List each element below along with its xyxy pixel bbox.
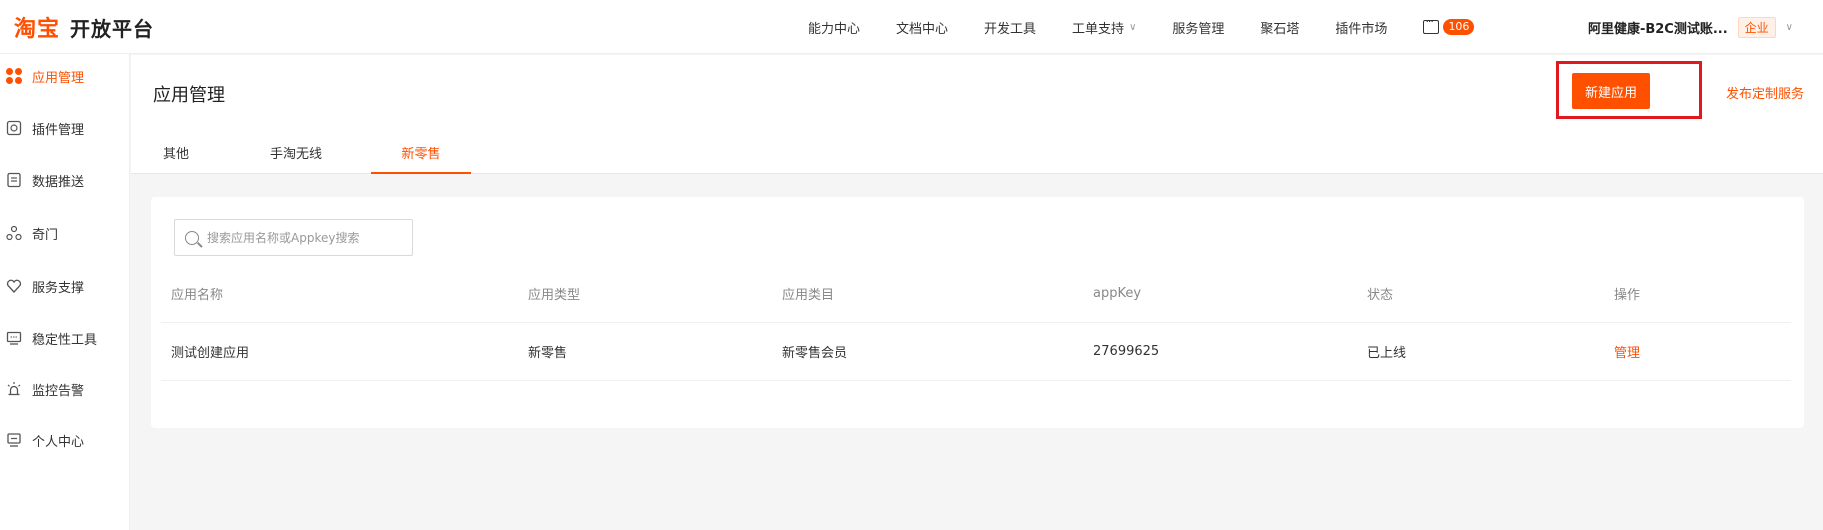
sidebar-item-label: 稳定性工具: [32, 332, 98, 348]
page-title: 应用管理: [153, 85, 225, 106]
cell-app-type: 新零售: [528, 346, 568, 361]
tab-mobile-taobao[interactable]: 手淘无线: [221, 143, 371, 174]
search-icon: [185, 230, 199, 245]
nav-item-docs-center[interactable]: 文档中心: [896, 18, 948, 37]
column-header-status: 状态: [1367, 288, 1394, 303]
cell-app-category: 新零售会员: [782, 346, 848, 361]
table-header-row: 应用名称 应用类型 应用类目 appKey 状态 操作: [161, 265, 1791, 323]
sidebar-item-personal-center[interactable]: 个人中心: [0, 425, 130, 455]
main-nav: 能力中心 文档中心 开发工具 工单支持 ∨ 服务管理 聚石塔 插件市场 106: [808, 0, 1475, 54]
sidebar-item-service-support[interactable]: 服务支撑: [0, 271, 130, 301]
sidebar-item-label: 数据推送: [32, 174, 85, 190]
message-button[interactable]: 106: [1423, 15, 1475, 35]
create-app-button[interactable]: 新建应用: [1572, 73, 1650, 109]
cell-status: 已上线: [1367, 346, 1407, 361]
sidebar-item-data-push[interactable]: 数据推送: [0, 165, 130, 195]
app-type-tabs: 其他 手淘无线 新零售: [131, 143, 471, 174]
sidebar-item-app-management[interactable]: 应用管理: [0, 61, 130, 91]
app-grid-icon: [6, 68, 22, 84]
page-header: 应用管理 新建应用 发布定制服务 其他 手淘无线 新零售: [131, 55, 1823, 174]
heart-icon: [6, 278, 22, 294]
plugin-icon: [6, 120, 22, 136]
account-menu[interactable]: 阿里健康-B2C测试账... 企业 ∨: [1588, 0, 1793, 54]
message-icon: [1423, 15, 1440, 34]
cell-app-name: 测试创建应用: [171, 346, 250, 361]
search-box[interactable]: [174, 219, 413, 256]
nodes-icon: [6, 225, 22, 241]
nav-item-ticket-support[interactable]: 工单支持 ∨: [1072, 18, 1136, 37]
nav-item-jushita[interactable]: 聚石塔: [1260, 18, 1299, 37]
nav-item-plugin-market[interactable]: 插件市场: [1335, 18, 1387, 37]
publish-custom-service-link[interactable]: 发布定制服务: [1726, 83, 1804, 102]
tab-new-retail[interactable]: 新零售: [371, 143, 471, 174]
column-header-app-category: 应用类目: [782, 288, 835, 303]
sidebar-item-label: 插件管理: [32, 122, 85, 138]
nav-item-dev-tools[interactable]: 开发工具: [984, 18, 1036, 37]
app-list-card: 应用名称 应用类型 应用类目 appKey 状态 操作 测试创建应用 新零售 新…: [151, 197, 1804, 428]
nav-item-ticket-support-label: 工单支持: [1072, 21, 1125, 37]
column-header-app-type: 应用类型: [528, 288, 581, 303]
sidebar-item-label: 个人中心: [32, 434, 85, 450]
search-input[interactable]: [207, 230, 397, 245]
tab-other[interactable]: 其他: [131, 143, 221, 174]
sidebar-item-label: 应用管理: [32, 70, 85, 86]
sidebar-item-stability-tools[interactable]: 稳定性工具: [0, 323, 130, 353]
logo-text: 开放平台: [70, 16, 155, 41]
nav-item-service-management[interactable]: 服务管理: [1172, 18, 1224, 37]
account-type-badge: 企业: [1737, 16, 1776, 38]
nav-item-capability-center[interactable]: 能力中心: [808, 18, 860, 37]
logo-mark: 淘宝: [14, 17, 61, 42]
alarm-icon: [6, 381, 22, 397]
sidebar: 应用管理 插件管理 数据推送 奇门 服务支撑 稳定性工具 监控告警 个人中心: [0, 54, 130, 530]
manage-link[interactable]: 管理: [1614, 346, 1640, 361]
column-header-app-name: 应用名称: [171, 288, 224, 303]
chevron-down-icon: ∨: [1785, 21, 1793, 33]
sidebar-item-qimen[interactable]: 奇门: [0, 218, 130, 248]
message-count-badge: 106: [1443, 19, 1475, 35]
monitor-icon: [6, 330, 22, 346]
chevron-down-icon: ∨: [1129, 21, 1137, 33]
cell-appkey: 27699625: [1093, 344, 1160, 359]
sidebar-item-label: 监控告警: [32, 383, 85, 399]
app-table: 应用名称 应用类型 应用类目 appKey 状态 操作 测试创建应用 新零售 新…: [161, 265, 1791, 381]
logo[interactable]: 淘宝 开放平台: [14, 10, 154, 44]
table-row: 测试创建应用 新零售 新零售会员 27699625 已上线 管理: [161, 323, 1791, 381]
sidebar-item-monitoring-alerts[interactable]: 监控告警: [0, 374, 130, 404]
sidebar-item-label: 服务支撑: [32, 280, 85, 296]
top-navigation: 淘宝 开放平台 能力中心 文档中心 开发工具 工单支持 ∨ 服务管理 聚石塔 插…: [0, 0, 1823, 54]
column-header-action: 操作: [1614, 288, 1641, 303]
column-header-appkey: appKey: [1093, 286, 1142, 301]
sidebar-item-label: 奇门: [32, 227, 59, 243]
cell-action: 管理: [1614, 342, 1791, 361]
document-icon: [6, 172, 22, 188]
sidebar-item-plugin-management[interactable]: 插件管理: [0, 113, 130, 143]
account-name: 阿里健康-B2C测试账...: [1587, 21, 1728, 37]
user-card-icon: [6, 432, 22, 448]
